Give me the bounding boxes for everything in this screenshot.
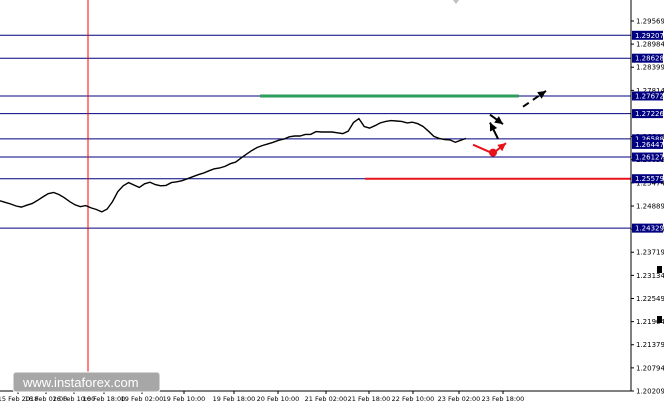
forecast-red-drop bbox=[472, 143, 492, 154]
y-tick-label: 1.20209 bbox=[636, 388, 664, 396]
scroll-marker-icon bbox=[657, 266, 662, 273]
y-tick-label: 1.23134 bbox=[636, 272, 664, 280]
y-tick-label: 1.28399 bbox=[636, 64, 664, 72]
forecast-arrows bbox=[472, 90, 547, 157]
level-label: 1.24329 bbox=[635, 225, 664, 233]
y-tick-label: 1.21379 bbox=[636, 341, 664, 349]
shift-marker-icon bbox=[453, 0, 459, 4]
level-label: 1.26447 bbox=[635, 141, 664, 149]
y-axis: 1.295691.289841.283991.278141.266441.260… bbox=[631, 17, 664, 396]
y-tick-label: 1.22549 bbox=[636, 295, 664, 303]
x-tick-label: 19 Feb 10:00 bbox=[163, 395, 206, 403]
y-tick-label: 1.29569 bbox=[636, 17, 664, 25]
x-tick-label: 21 Feb 02:00 bbox=[305, 395, 348, 403]
x-tick-label: 19 Feb 18:00 bbox=[213, 395, 256, 403]
y-tick-label: 1.24889 bbox=[636, 202, 664, 210]
forecast-breakout-arrow-head bbox=[537, 90, 546, 99]
level-label: 1.29207 bbox=[635, 32, 664, 40]
level-label: 1.25579 bbox=[635, 175, 664, 183]
level-label: 1.27672 bbox=[635, 92, 664, 100]
x-tick-label: 23 Feb 02:00 bbox=[438, 395, 481, 403]
x-tick-label: 21 Feb 18:00 bbox=[348, 395, 391, 403]
watermark: www.instaforex.com bbox=[12, 371, 161, 393]
x-tick-label: 22 Feb 10:00 bbox=[392, 395, 435, 403]
level-label: 1.26127 bbox=[635, 154, 664, 162]
y-tick-label: 1.20794 bbox=[636, 364, 664, 372]
forecast-red-dot bbox=[489, 148, 497, 157]
x-tick-label: 19 Feb 02:00 bbox=[121, 395, 164, 403]
forecast-down-arrow-head bbox=[494, 116, 503, 125]
y-tick-label: 1.23719 bbox=[636, 249, 664, 257]
x-axis: 15 Feb 201816 Feb 02:0016 Feb 10:0016 Fe… bbox=[0, 391, 524, 403]
x-tick-label: 20 Feb 10:00 bbox=[257, 395, 300, 403]
watermark-text: www.instaforex.com bbox=[22, 375, 139, 390]
scroll-marker-icon bbox=[657, 316, 662, 323]
level-label: 1.27226 bbox=[635, 110, 664, 118]
x-tick-label: 23 Feb 18:00 bbox=[482, 395, 525, 403]
level-label: 1.28628 bbox=[635, 55, 664, 63]
y-tick-label: 1.28984 bbox=[636, 41, 664, 49]
price-series-line bbox=[0, 117, 467, 213]
price-chart: 1.295691.289841.283991.278141.266441.260… bbox=[0, 0, 664, 403]
x-tick-label: 16 Feb 18:00 bbox=[83, 395, 126, 403]
